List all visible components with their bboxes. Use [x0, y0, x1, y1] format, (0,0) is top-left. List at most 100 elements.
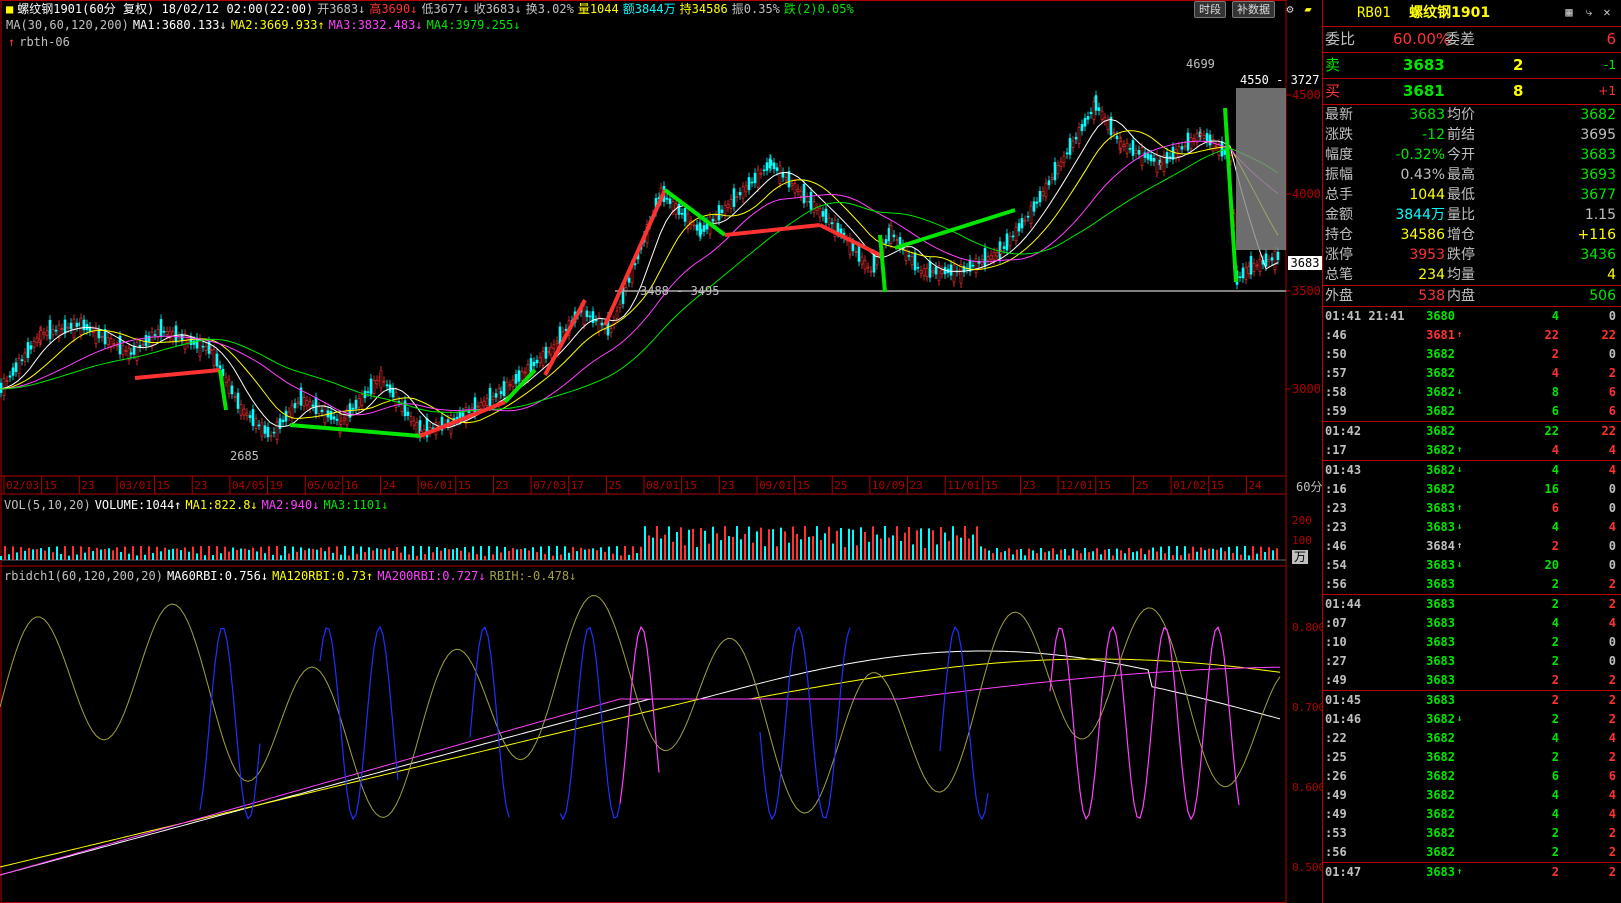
pin-icon[interactable]: ⤷ — [1581, 4, 1597, 20]
tick-row[interactable]: 01:45 3683 2 2 — [1323, 691, 1621, 710]
calendar-icon[interactable]: ▦ — [1561, 4, 1577, 20]
volume-bar — [1056, 554, 1058, 560]
tick-row[interactable]: :56 3683 2 2 — [1323, 575, 1621, 595]
candle-body — [775, 167, 779, 171]
candle-body — [717, 205, 721, 221]
tick-row[interactable]: :46 3681 ↑ 22 22 — [1323, 326, 1621, 345]
volume-bar — [96, 547, 98, 560]
candle-body — [48, 319, 52, 340]
volume-bar — [456, 548, 458, 560]
vol-axis-label: 200 — [1292, 514, 1312, 527]
tick-row[interactable]: :25 3682 2 2 — [1323, 748, 1621, 767]
volume-bar — [1252, 546, 1254, 560]
quote-list: 最新 3683 均价 3682 涨跌 -12 前结 3695 幅度 -0.32% 今开 3683 振幅 0… — [1323, 105, 1621, 285]
volume-bar — [960, 537, 962, 560]
volume-bar — [560, 554, 562, 560]
tick-row[interactable]: :58 3682 ↓ 8 6 — [1323, 383, 1621, 402]
volume-bar — [256, 551, 258, 560]
volume-bar — [124, 546, 126, 560]
tick-row[interactable]: :54 3683 ↓ 20 0 — [1323, 556, 1621, 575]
candle-body — [1047, 180, 1051, 186]
candle-body — [738, 192, 742, 196]
tick-time: :46 — [1325, 328, 1347, 342]
volume-bar — [244, 548, 246, 560]
candle-body — [494, 393, 498, 398]
date-axis-label: 04/05 — [232, 479, 265, 492]
tick-row[interactable]: :46 3684 ↑ 2 0 — [1323, 537, 1621, 556]
quote-value: 234 — [1418, 267, 1445, 283]
tick-row[interactable]: :07 3683 4 4 — [1323, 614, 1621, 633]
tick-oi: 2 — [1608, 693, 1616, 707]
volume-bar — [428, 546, 430, 560]
volume-bar — [1192, 546, 1194, 560]
quote-label: 跌停 — [1447, 247, 1475, 263]
tick-row[interactable]: :10 3683 2 0 — [1323, 633, 1621, 652]
period-button[interactable]: 时段 — [1194, 1, 1226, 18]
tick-row[interactable]: :56 3682 2 2 — [1323, 843, 1621, 863]
tick-oi: 6 — [1608, 385, 1616, 399]
date-axis-label: 25 — [1135, 479, 1148, 492]
tick-row[interactable]: 01:47 3683 ↑ 2 2 — [1323, 863, 1621, 882]
tick-row[interactable]: 01:42 3682 22 22 — [1323, 422, 1621, 441]
tick-row[interactable]: :59 3682 6 6 — [1323, 402, 1621, 422]
tick-row[interactable]: 01:41 21:41 3680 4 0 — [1323, 307, 1621, 326]
tick-row[interactable]: 01:44 3683 2 2 — [1323, 595, 1621, 614]
volume-bar — [808, 536, 810, 560]
tick-list[interactable]: 01:41 21:41 3680 4 0:46 3681 ↑ 22 22:50 3682 2 0:5… — [1323, 307, 1621, 882]
tick-row[interactable]: :49 3683 2 2 — [1323, 671, 1621, 691]
tick-volume: 4 — [1551, 788, 1559, 802]
candle-body — [284, 410, 288, 422]
tick-row[interactable]: :26 3682 6 6 — [1323, 767, 1621, 786]
gear-icon[interactable]: ⚙ — [1282, 1, 1298, 17]
bid-row[interactable]: 买 3681 8 +1 — [1323, 79, 1621, 105]
tick-arrow: ↓ — [1457, 560, 1463, 570]
volume-bar — [292, 546, 294, 560]
ruler-icon[interactable]: ▰ — [1300, 1, 1316, 17]
tick-row[interactable]: :50 3682 2 0 — [1323, 345, 1621, 364]
chart-area[interactable]: 4500 4000 3500 3000 02/03 15 23 03/01 15 23 04/05 1… — [0, 0, 1350, 903]
tick-row[interactable]: :49 3682 4 4 — [1323, 786, 1621, 805]
quote-row: 持仓 34586 增仓 +116 — [1323, 225, 1621, 245]
tick-row[interactable]: :23 3683 ↑ 6 0 — [1323, 499, 1621, 518]
tick-row[interactable]: :49 3682 4 4 — [1323, 805, 1621, 824]
range-annotation-1: 4550 - 3727 — [1240, 73, 1320, 87]
tick-row[interactable]: :22 3682 4 4 — [1323, 729, 1621, 748]
tick-row[interactable]: :16 3682 16 0 — [1323, 480, 1621, 499]
candle-body — [257, 424, 261, 427]
volume-bar — [672, 541, 674, 560]
weicha-value: 6 — [1606, 30, 1616, 48]
close-icon[interactable]: ✕ — [1599, 4, 1615, 20]
tick-row[interactable]: 01:46 3682 ↓ 2 2 — [1323, 710, 1621, 729]
volume-bar — [160, 551, 162, 560]
volume-bar — [252, 547, 254, 560]
candle-body — [248, 415, 252, 418]
tick-row[interactable]: :27 3683 2 0 — [1323, 652, 1621, 671]
volume-bar — [840, 527, 842, 560]
fill-data-button[interactable]: 补数据 — [1232, 1, 1275, 18]
volume-bar — [552, 555, 554, 560]
tick-row[interactable]: 01:43 3682 ↓ 4 4 — [1323, 461, 1621, 480]
quote-label: 振幅 — [1325, 167, 1353, 183]
candle-body — [989, 254, 993, 260]
tick-row[interactable]: :57 3682 4 2 — [1323, 364, 1621, 383]
candle-body — [928, 261, 932, 278]
tick-row[interactable]: :23 3683 ↓ 4 4 — [1323, 518, 1621, 537]
candle-body — [227, 379, 231, 395]
candlestick-chart[interactable]: 4500 4000 3500 3000 02/03 15 23 03/01 15 23 04/05 1… — [0, 0, 1322, 903]
candle-body — [366, 391, 370, 393]
ask-row[interactable]: 卖 3683 2 -1 — [1323, 53, 1621, 79]
tick-oi: 4 — [1608, 616, 1616, 630]
quote-label: 总手 — [1325, 187, 1353, 203]
volume-bar — [268, 546, 270, 560]
tick-row[interactable]: :53 3682 2 2 — [1323, 824, 1621, 843]
volume-bar — [716, 533, 718, 560]
candle-body — [332, 416, 336, 420]
bid-label: 买 — [1325, 82, 1341, 100]
date-axis-label: 23 — [1022, 479, 1035, 492]
volume-bar — [832, 543, 834, 560]
volume-bar — [872, 526, 874, 560]
volume-bar — [24, 550, 26, 560]
vol-axis-label: 100 — [1292, 534, 1312, 547]
volume-bar — [664, 534, 666, 560]
tick-row[interactable]: :17 3682 ↑ 4 4 — [1323, 441, 1621, 461]
